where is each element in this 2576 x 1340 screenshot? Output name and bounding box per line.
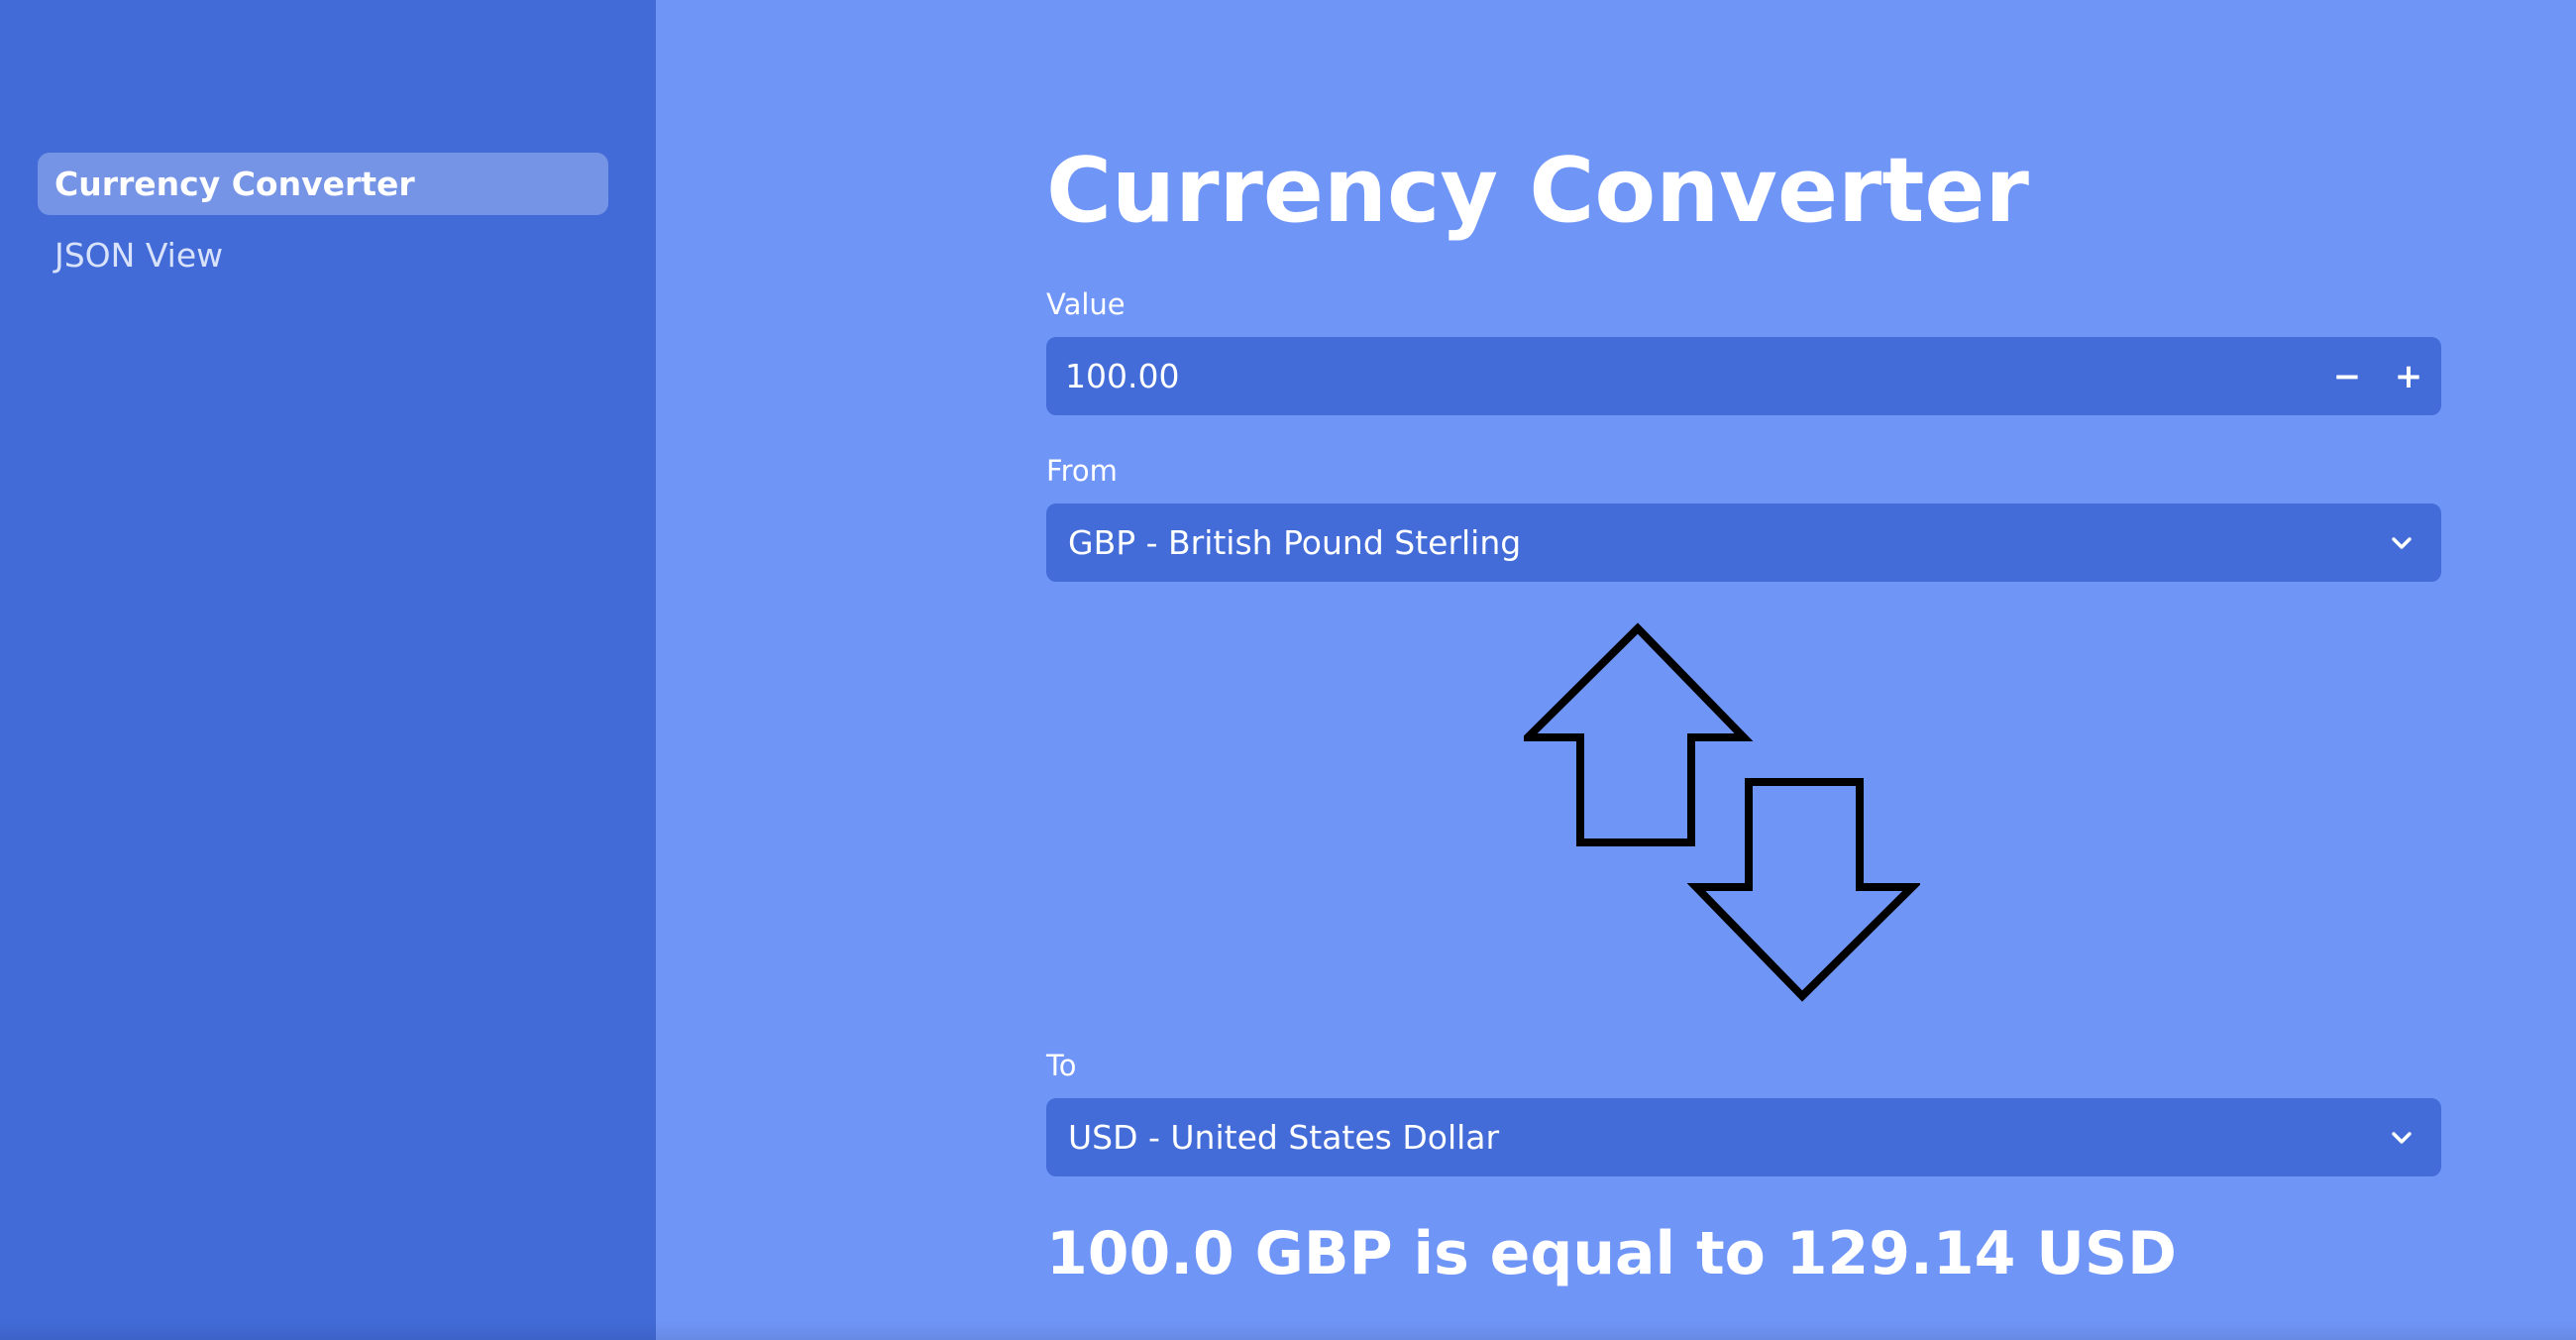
from-currency-value: GBP - British Pound Sterling (1068, 523, 1522, 562)
sidebar-item-json-view[interactable]: JSON View (38, 224, 608, 286)
main-content: Currency Converter Value − + From GBP - … (656, 0, 2576, 1340)
from-label: From (1046, 454, 1118, 488)
sidebar-item-currency-converter[interactable]: Currency Converter (38, 153, 608, 215)
from-currency-select[interactable]: GBP - British Pound Sterling (1046, 503, 2441, 582)
to-label: To (1046, 1049, 1077, 1082)
value-label: Value (1046, 287, 1126, 321)
sidebar-item-label: JSON View (54, 236, 224, 275)
page-title: Currency Converter (1046, 139, 2029, 243)
chevron-down-icon (2362, 503, 2441, 582)
to-currency-select[interactable]: USD - United States Dollar (1046, 1098, 2441, 1176)
increment-button[interactable]: + (2378, 337, 2439, 415)
conversion-result: 100.0 GBP is equal to 129.14 USD (1046, 1219, 2177, 1288)
value-input[interactable] (1046, 336, 2316, 416)
value-stepper: − + (1046, 336, 2441, 416)
to-currency-value: USD - United States Dollar (1068, 1118, 1500, 1157)
app-window: Currency Converter JSON View Currency Co… (0, 0, 2576, 1340)
swap-arrows-icon[interactable] (1518, 622, 1922, 1013)
chevron-down-icon (2362, 1098, 2441, 1176)
sidebar-item-label: Currency Converter (54, 165, 415, 203)
decrement-button[interactable]: − (2316, 337, 2378, 415)
sidebar: Currency Converter JSON View (0, 0, 656, 1340)
